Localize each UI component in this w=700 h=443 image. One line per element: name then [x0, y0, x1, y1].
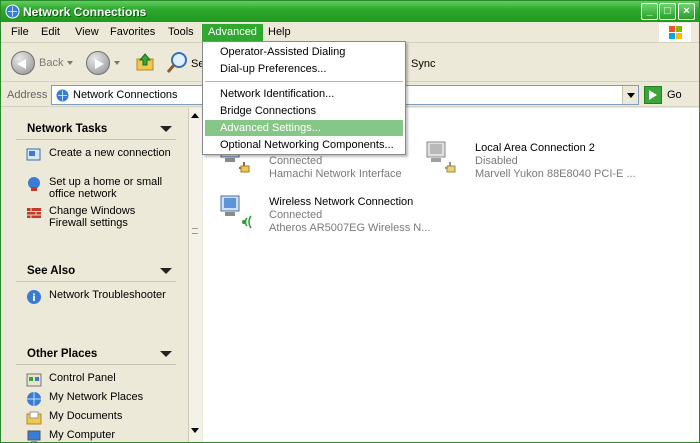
connection-status: Connected — [269, 209, 323, 221]
menu-advanced[interactable]: Advanced — [202, 24, 263, 41]
address-dropdown-icon[interactable] — [622, 86, 638, 104]
network-connections-icon — [56, 89, 69, 102]
back-label: Back — [39, 57, 64, 69]
menu-item-dialup-preferences[interactable]: Dial-up Preferences... — [205, 61, 403, 77]
firewall-icon — [27, 208, 41, 218]
connection-device: Marvell Yukon 88E8040 PCI-E ... — [475, 168, 636, 180]
menu-item-network-identification[interactable]: Network Identification... — [205, 86, 403, 102]
menu-help[interactable]: Help — [262, 24, 297, 41]
svg-text:i: i — [32, 293, 35, 304]
help-info-icon: i — [27, 290, 41, 304]
new-connection-icon — [26, 148, 41, 161]
place-my-network-places[interactable]: My Network Places — [16, 390, 176, 409]
see-also-header[interactable]: See Also — [16, 258, 176, 282]
connection-local-area-2[interactable]: Local Area Connection 2 Disabled Marvell… — [423, 138, 663, 182]
connection-status: Disabled — [475, 155, 518, 167]
forward-arrow-icon — [86, 51, 110, 75]
back-button[interactable]: Back — [11, 50, 74, 76]
task-home-network[interactable]: Set up a home or small office network — [16, 175, 176, 204]
other-places-section: Other Places Control Panel My Network Pl… — [16, 341, 176, 442]
connection-wireless[interactable]: Wireless Network Connection Connected At… — [217, 192, 437, 236]
minimize-button[interactable]: _ — [641, 3, 658, 20]
forward-dropdown-icon — [114, 61, 120, 65]
sync-label[interactable]: Sync — [411, 58, 435, 70]
menu-file[interactable]: File — [5, 24, 35, 41]
documents-folder-icon — [26, 411, 42, 425]
place-control-panel[interactable]: Control Panel — [16, 371, 176, 390]
menu-item-bridge-connections[interactable]: Bridge Connections — [205, 103, 403, 119]
window-title: Network Connections — [23, 5, 147, 19]
menu-bar: File Edit View Favorites Tools Advanced … — [1, 22, 699, 43]
maximize-button[interactable]: □ — [659, 3, 676, 20]
task-pane-scrollbar[interactable] — [188, 108, 202, 442]
menu-edit[interactable]: Edit — [35, 24, 66, 41]
network-tasks-header[interactable]: Network Tasks — [16, 116, 176, 140]
scroll-down-icon[interactable] — [191, 428, 199, 433]
connection-device: Atheros AR5007EG Wireless N... — [269, 222, 431, 234]
windows-logo — [659, 23, 691, 42]
task-troubleshooter[interactable]: i Network Troubleshooter — [16, 288, 176, 317]
task-pane: Network Tasks Create a new connection Se… — [1, 108, 187, 442]
collapse-chevron-icon[interactable] — [160, 268, 172, 274]
connection-device: Hamachi Network Interface — [269, 168, 402, 180]
network-tasks-section: Network Tasks Create a new connection Se… — [16, 116, 176, 233]
title-bar[interactable]: Network Connections _ □ × — [1, 1, 699, 22]
menu-tools[interactable]: Tools — [162, 24, 200, 41]
back-arrow-icon — [11, 51, 35, 75]
task-create-connection[interactable]: Create a new connection — [16, 146, 176, 175]
collapse-chevron-icon[interactable] — [160, 351, 172, 357]
menu-item-operator-assisted-dialing[interactable]: Operator-Assisted Dialing — [205, 44, 403, 60]
computer-icon — [27, 430, 41, 442]
connection-name: Local Area Connection 2 — [475, 142, 595, 154]
lan-disabled-icon — [426, 141, 456, 173]
menu-item-advanced-settings[interactable]: Advanced Settings... — [205, 120, 403, 136]
place-my-computer[interactable]: My Computer — [16, 428, 176, 442]
menu-separator — [205, 81, 403, 82]
address-value: Network Connections — [73, 89, 178, 101]
back-dropdown-icon — [67, 61, 74, 65]
scroll-up-icon[interactable] — [191, 113, 199, 118]
advanced-menu: Operator-Assisted Dialing Dial-up Prefer… — [202, 41, 406, 155]
menu-item-optional-networking-components[interactable]: Optional Networking Components... — [205, 137, 403, 153]
place-my-documents[interactable]: My Documents — [16, 409, 176, 428]
connection-status: Connected — [269, 155, 323, 167]
wireless-connection-icon — [220, 195, 252, 229]
go-arrow-icon[interactable] — [644, 86, 662, 104]
task-firewall[interactable]: Change Windows Firewall settings — [16, 204, 176, 233]
other-places-header[interactable]: Other Places — [16, 341, 176, 365]
network-connections-icon — [5, 4, 20, 19]
connections-list: Connected Hamachi Network Interface Loca… — [203, 108, 699, 442]
go-label[interactable]: Go — [667, 89, 682, 101]
collapse-chevron-icon[interactable] — [160, 126, 172, 132]
windows-flag-icon — [669, 26, 682, 39]
see-also-section: See Also i Network Troubleshooter — [16, 258, 176, 317]
scroll-grip[interactable] — [192, 228, 198, 234]
close-button[interactable]: × — [678, 3, 695, 20]
network-tasks-title: Network Tasks — [27, 123, 108, 135]
connection-name: Wireless Network Connection — [269, 196, 414, 208]
other-places-title: Other Places — [27, 348, 98, 360]
control-panel-icon — [26, 373, 42, 387]
search-icon[interactable] — [165, 50, 189, 76]
network-places-icon — [27, 392, 41, 406]
address-label: Address — [7, 89, 48, 101]
home-network-icon — [28, 177, 40, 191]
forward-button[interactable] — [86, 50, 120, 76]
window: Network Connections _ □ × File Edit View… — [0, 0, 700, 443]
menu-favorites[interactable]: Favorites — [104, 24, 161, 41]
menu-view[interactable]: View — [69, 24, 105, 41]
up-folder-icon[interactable] — [135, 52, 155, 72]
see-also-title: See Also — [27, 265, 76, 277]
